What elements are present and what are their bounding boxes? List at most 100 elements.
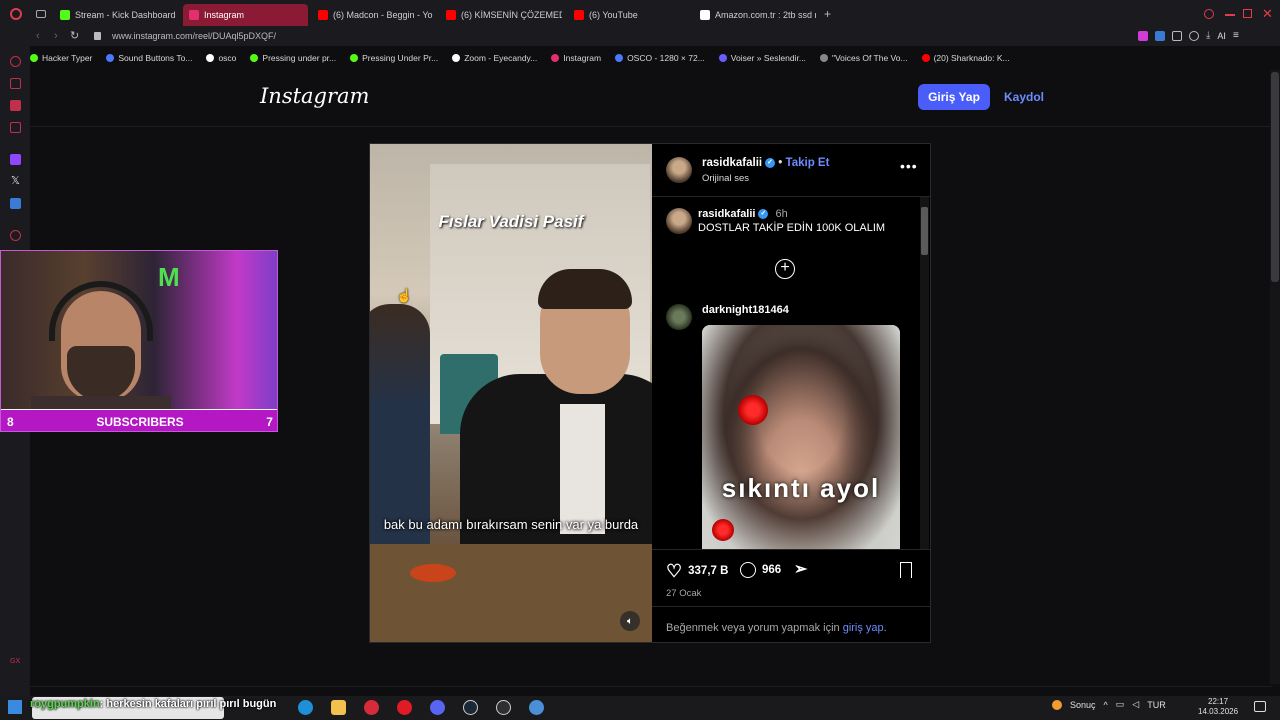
reel-video[interactable]: Fıslar Vadisi Pasif bak bu adamı bırakır… <box>370 144 652 642</box>
bookmark-item[interactable]: "Voices Of The Vo... <box>819 50 908 66</box>
search-tabs-icon[interactable] <box>1204 9 1214 19</box>
signup-link[interactable]: Kaydol <box>1004 90 1044 104</box>
tab-instagram[interactable]: Instagram <box>183 4 308 26</box>
scrollbar-thumb[interactable] <box>1271 72 1279 282</box>
reload-icon[interactable]: ↻ <box>70 29 79 42</box>
comment-username[interactable]: darknight181464 <box>702 304 789 316</box>
verified-badge-icon: ✓ <box>765 157 776 168</box>
edge-icon[interactable] <box>298 700 313 715</box>
bookmark-item[interactable]: osco <box>206 50 236 66</box>
menu-icon[interactable]: ≡ <box>1233 31 1239 41</box>
notification-icon[interactable] <box>1254 701 1266 712</box>
comments-list[interactable]: rasidkafalii ✓ 6h DOSTLAR TAKİP EDİN 100K… <box>652 197 930 549</box>
tab-kimsenin[interactable]: (6) KİMSENİN ÇÖZEMEDİ <box>440 4 562 26</box>
bookmark-item[interactable]: Instagram <box>551 50 601 66</box>
bag-icon[interactable] <box>10 78 21 89</box>
mute-button[interactable]: 🔈︎ <box>620 611 640 631</box>
clock-icon[interactable] <box>10 230 21 241</box>
reel-post: Fıslar Vadisi Pasif bak bu adamı bırakır… <box>369 143 931 643</box>
browser-menu-icon[interactable] <box>10 8 22 20</box>
download-icon[interactable]: ⤓ <box>1206 31 1210 41</box>
load-more-comments-button[interactable]: + <box>775 259 795 279</box>
app-icon[interactable] <box>10 198 21 209</box>
extension-icon[interactable] <box>1138 31 1148 41</box>
login-button[interactable]: Giriş Yap <box>918 84 990 110</box>
mail-icon[interactable] <box>10 122 21 133</box>
new-tab-button[interactable]: + <box>824 7 831 21</box>
opera-gx-icon[interactable] <box>364 700 379 715</box>
chat-icon[interactable] <box>10 100 21 111</box>
start-icon[interactable] <box>8 700 22 714</box>
scrollbar-thumb[interactable] <box>921 207 928 255</box>
tab-overview-icon[interactable] <box>36 10 46 18</box>
weather-label[interactable]: Sonuç <box>1070 700 1096 710</box>
system-clock[interactable]: 22:17 14.03.2026 <box>1198 697 1238 717</box>
tab-label: (6) KİMSENİN ÇÖZEMEDİ <box>461 10 562 20</box>
explorer-icon[interactable] <box>331 700 346 715</box>
x-icon[interactable]: 𝕏 <box>11 174 20 187</box>
comment-icon[interactable] <box>740 562 756 578</box>
comment-avatar[interactable] <box>666 304 692 330</box>
follow-button[interactable]: Takip Et <box>786 157 830 169</box>
login-link[interactable]: giriş yap <box>843 622 884 634</box>
maximize-icon[interactable] <box>1243 9 1252 18</box>
back-icon[interactable]: ‹ <box>36 30 40 42</box>
language-indicator[interactable]: TUR <box>1147 700 1166 710</box>
page-scrollbar[interactable] <box>1270 70 1280 684</box>
puzzle-icon[interactable] <box>1172 31 1182 41</box>
close-icon[interactable]: ✕ <box>1262 6 1273 22</box>
discord-icon[interactable] <box>430 700 445 715</box>
tab-label: Amazon.com.tr : 2tb ssd m <box>715 10 816 20</box>
bookmark-item[interactable]: Zoom - Eyecandy... <box>452 50 537 66</box>
ai-icon[interactable]: AI <box>1217 31 1226 41</box>
opera-icon[interactable] <box>397 700 412 715</box>
weather-icon[interactable] <box>1052 699 1062 710</box>
bookmark-favicon-icon <box>921 54 930 62</box>
post-header: rasidkafalii ✓ • Takip Et <box>702 157 829 169</box>
instagram-logo[interactable]: Instagram <box>260 84 369 108</box>
bookmark-item[interactable]: (20) Sharknado: K... <box>921 50 1010 66</box>
comments-scrollbar[interactable] <box>920 197 929 549</box>
minimize-icon[interactable] <box>1225 14 1235 16</box>
heart-icon[interactable]: ♡ <box>666 562 682 580</box>
audio-label[interactable]: Orijinal ses <box>702 173 749 184</box>
bookmark-item[interactable]: Hacker Typer <box>30 50 92 66</box>
bookmark-item[interactable]: OSCO - 1280 × 72... <box>615 50 705 66</box>
comment-gif[interactable]: sıkıntı ayol <box>702 325 900 549</box>
chat-message: : herkesin kafaları pırıl pırıl bugün <box>99 698 277 710</box>
author-username[interactable]: rasidkafalii <box>702 157 762 169</box>
twitch-icon[interactable] <box>10 154 21 165</box>
steam-icon[interactable] <box>463 700 478 715</box>
bookmark-item[interactable]: Voiser » Seslendir... <box>718 50 806 66</box>
comment-username[interactable]: rasidkafalii <box>698 208 755 220</box>
gif-background <box>702 325 900 549</box>
tab-amazon[interactable]: Amazon.com.tr : 2tb ssd m <box>694 4 816 26</box>
chevron-up-icon[interactable]: ^ <box>1104 700 1108 710</box>
extension-icon[interactable] <box>1155 31 1165 41</box>
settings-icon[interactable] <box>529 700 544 715</box>
tab-youtube[interactable]: (6) YouTube <box>568 4 690 26</box>
profile-icon[interactable] <box>1189 31 1199 41</box>
author-avatar[interactable] <box>666 157 692 183</box>
bookmark-favicon-icon <box>250 54 259 62</box>
tab-kick[interactable]: Stream - Kick Dashboard <box>54 4 179 26</box>
tab-madcon[interactable]: (6) Madcon - Beggin - Yo <box>312 4 434 26</box>
sidebar-gx-icon[interactable]: GX <box>10 658 20 665</box>
url-field[interactable]: www.instagram.com/reel/DUAql5pDXQF/ <box>112 31 276 41</box>
obs-icon[interactable] <box>496 700 511 715</box>
video-table <box>370 544 652 642</box>
youtube-icon <box>574 10 584 20</box>
bookmark-item[interactable]: Sound Buttons To... <box>106 50 192 66</box>
comment-avatar[interactable] <box>666 208 692 234</box>
volume-icon[interactable]: ◁ <box>1132 699 1139 710</box>
monster-logo-icon: M <box>158 262 180 292</box>
bookmark-item[interactable]: Pressing Under Pr... <box>350 50 438 66</box>
bookmark-icon[interactable] <box>900 562 912 578</box>
share-icon[interactable]: ➢ <box>794 562 807 578</box>
bookmark-item[interactable]: Pressing under pr... <box>250 50 336 66</box>
messenger-icon[interactable] <box>10 56 21 67</box>
network-icon[interactable]: ▭ <box>1116 699 1125 710</box>
speaker-icon: 🔈︎ <box>627 615 633 627</box>
more-options-button[interactable]: ••• <box>900 158 918 174</box>
forward-icon[interactable]: › <box>54 30 58 42</box>
